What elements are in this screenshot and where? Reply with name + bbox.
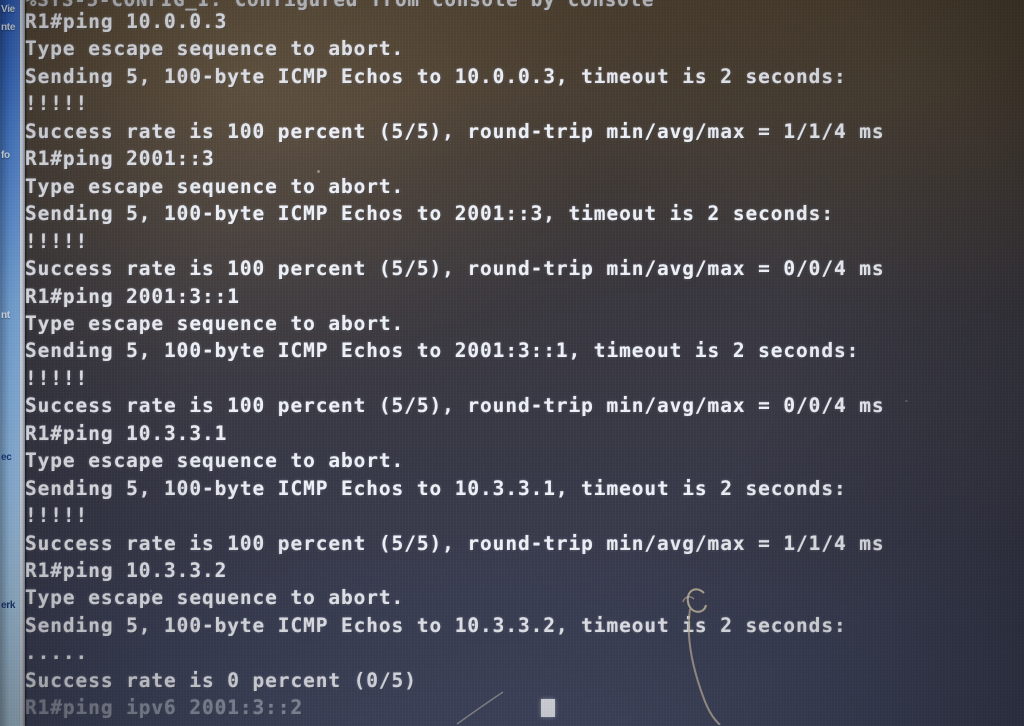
lens-vignette-overlay [0, 0, 1024, 726]
screen-photo: Vientefontecerk %SYS-5-CONFIG_I: Configu… [0, 0, 1024, 726]
